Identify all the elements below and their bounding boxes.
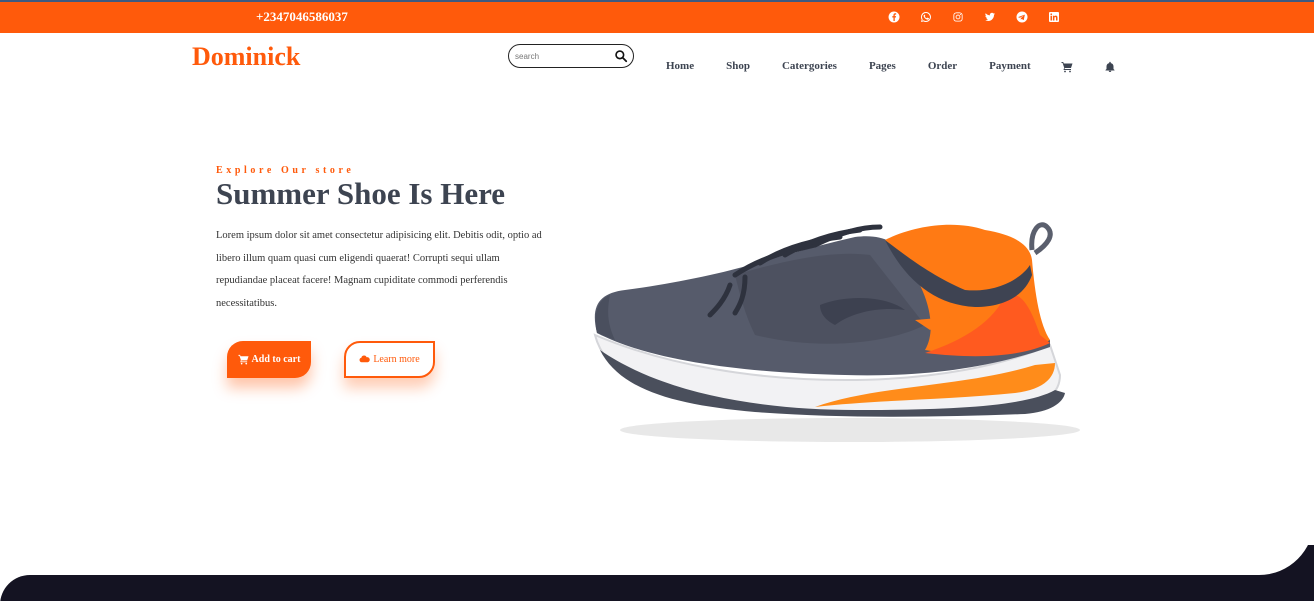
- phone-number: +2347046586037: [256, 9, 348, 24]
- nav-home[interactable]: Home: [666, 60, 694, 72]
- twitter-icon[interactable]: [974, 7, 1006, 27]
- top-bar: +2347046586037: [0, 0, 1314, 33]
- add-to-cart-label: Add to cart: [251, 354, 301, 365]
- linkedin-icon[interactable]: [1038, 7, 1070, 27]
- hero-description: Lorem ipsum dolor sit amet consectetur a…: [216, 230, 542, 309]
- shoe-image: [593, 222, 1080, 442]
- learn-more-button[interactable]: Learn more: [344, 341, 435, 378]
- nav-shop[interactable]: Shop: [726, 60, 750, 72]
- whatsapp-icon[interactable]: [910, 7, 942, 27]
- site-logo[interactable]: Dominick: [192, 42, 300, 72]
- cart-icon: [238, 354, 249, 365]
- nav-order[interactable]: Order: [928, 60, 957, 72]
- cloud-icon: [359, 355, 371, 363]
- facebook-icon[interactable]: [878, 7, 910, 27]
- main-nav: Home Shop Catergories Pages Order Paymen…: [650, 60, 1031, 72]
- search-box: [508, 44, 634, 68]
- add-to-cart-button[interactable]: Add to cart: [227, 341, 311, 378]
- telegram-icon[interactable]: [1006, 7, 1038, 27]
- hero-eyebrow: Explore Our store: [216, 165, 355, 176]
- footer-band: [0, 575, 1314, 601]
- nav-categories[interactable]: Catergories: [782, 60, 837, 72]
- search-icon[interactable]: [614, 49, 628, 63]
- cart-icon[interactable]: [1061, 60, 1073, 73]
- search-input[interactable]: [515, 48, 611, 64]
- nav-pages[interactable]: Pages: [869, 60, 896, 72]
- hero-title: Summer Shoe Is Here: [216, 176, 506, 211]
- bell-icon[interactable]: [1104, 60, 1116, 72]
- social-links: [878, 7, 1070, 27]
- instagram-icon[interactable]: [942, 7, 974, 27]
- learn-more-label: Learn more: [373, 354, 420, 365]
- nav-payment[interactable]: Payment: [989, 60, 1031, 72]
